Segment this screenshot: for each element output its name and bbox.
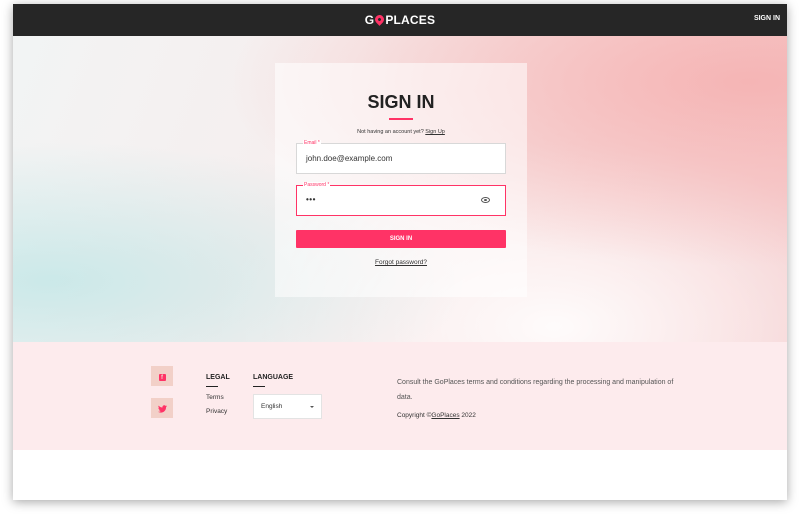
- facebook-icon: f: [158, 374, 166, 381]
- twitter-icon: [157, 404, 167, 413]
- chevron-down-icon: [310, 406, 314, 408]
- login-card: SIGN IN Not having an account yet? Sign …: [275, 63, 527, 297]
- legal-heading-underline: [206, 386, 218, 387]
- password-value[interactable]: •••: [306, 195, 316, 204]
- copyright-year: 2022: [459, 412, 476, 419]
- title-underline: [389, 118, 413, 120]
- signin-button[interactable]: SIGN IN: [296, 230, 506, 248]
- terms-link[interactable]: Terms: [206, 394, 224, 401]
- facebook-button[interactable]: f: [151, 366, 173, 386]
- copyright: Copyright ©GoPlaces 2022: [397, 412, 476, 419]
- hero-background: SIGN IN Not having an account yet? Sign …: [13, 36, 787, 342]
- goplaces-logo[interactable]: G PLACES: [13, 13, 787, 27]
- email-label: Email *: [303, 140, 321, 147]
- signup-prompt-text: Not having an account yet?: [357, 129, 426, 135]
- email-field[interactable]: Email * john.doe@example.com: [296, 140, 506, 174]
- email-value[interactable]: john.doe@example.com: [306, 154, 392, 163]
- copyright-prefix: Copyright ©: [397, 412, 432, 419]
- twitter-button[interactable]: [151, 398, 173, 418]
- show-password-icon[interactable]: [481, 197, 490, 203]
- signup-prompt: Not having an account yet? Sign Up: [275, 129, 527, 135]
- top-navbar: G PLACES SIGN IN: [13, 4, 787, 36]
- password-field[interactable]: Password * •••: [296, 182, 506, 216]
- language-select[interactable]: English: [253, 394, 322, 419]
- language-selected-value: English: [261, 403, 283, 410]
- browser-window: G PLACES SIGN IN SIGN IN Not having an ac…: [13, 4, 787, 500]
- privacy-link[interactable]: Privacy: [206, 408, 227, 415]
- password-label: Password *: [303, 182, 331, 189]
- signup-link[interactable]: Sign Up: [425, 129, 445, 135]
- language-heading-underline: [253, 386, 265, 387]
- login-title: SIGN IN: [367, 92, 435, 112]
- legal-heading: LEGAL: [206, 374, 230, 381]
- goplaces-brand-link[interactable]: GoPlaces: [431, 412, 459, 419]
- header-signin-link[interactable]: SIGN IN: [754, 15, 780, 22]
- logo-text-right: PLACES: [385, 13, 436, 27]
- logo-text-left: G: [364, 13, 375, 27]
- terms-notice: Consult the GoPlaces terms and condition…: [397, 379, 674, 401]
- language-heading: LANGUAGE: [253, 374, 294, 381]
- footer: f LEGAL Terms Privacy LANGUAGE English C…: [13, 342, 787, 450]
- forgot-password-link[interactable]: Forgot password?: [275, 259, 527, 266]
